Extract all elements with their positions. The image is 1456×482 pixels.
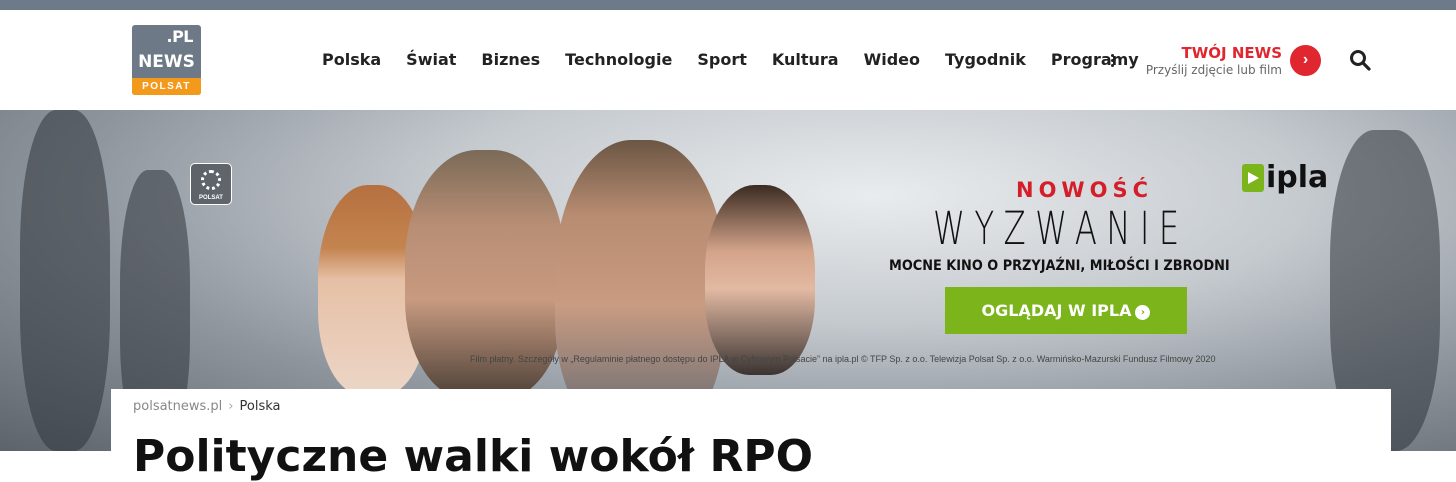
main-nav: Polska Świat Biznes Technologie Sport Ku… (322, 50, 1164, 69)
nav-item-swiat[interactable]: Świat (406, 50, 456, 69)
nav-item-biznes[interactable]: Biznes (481, 50, 540, 69)
polsat-channel-logo-text: POLSAT (199, 195, 223, 201)
background-tree (20, 110, 110, 451)
banner-title: WYZWANIE (933, 202, 1189, 255)
polsat-channel-logo: POLSAT (190, 163, 232, 205)
nav-item-sport[interactable]: Sport (697, 50, 747, 69)
logo-polsat-text: POLSAT (132, 78, 201, 95)
logo-news-text: NEWS (138, 52, 195, 72)
watch-in-ipla-button[interactable]: OGLĄDAJ W IPLA › (945, 287, 1187, 334)
article-card: polsatnews.pl › Polska Polityczne walki wo… (111, 389, 1391, 482)
polsatnews-logo[interactable]: .PL NEWS POLSAT (132, 25, 201, 95)
nav-item-tygodnik[interactable]: Tygodnik (945, 50, 1026, 69)
banner-subtitle: MOCNE KINO O PRZYJAŹNI, MIŁOŚCI I ZBRODN… (889, 258, 1230, 274)
chevron-right-icon: › (1135, 305, 1151, 320)
breadcrumb-separator: › (228, 399, 234, 414)
play-icon (1248, 172, 1259, 184)
twoj-news-arrow-button[interactable]: › (1290, 45, 1321, 76)
twoj-news-title: TWÓJ NEWS (1181, 44, 1282, 62)
search-icon[interactable] (1349, 49, 1371, 71)
banner-fine-print: Film płatny. Szczegóły w „Regulaminie pł… (470, 354, 1216, 364)
banner-tag: NOWOŚĆ (1016, 178, 1153, 202)
nav-item-programy[interactable]: Programy (1051, 50, 1139, 69)
watch-in-ipla-label: OGLĄDAJ W IPLA (981, 301, 1132, 320)
article-headline: Polityczne walki wokół RPO (133, 431, 813, 482)
nav-item-wideo[interactable]: Wideo (864, 50, 920, 69)
breadcrumb-current[interactable]: Polska (240, 399, 281, 414)
nav-item-polska[interactable]: Polska (322, 50, 381, 69)
twoj-news-subtitle: Przyślij zdjęcie lub film (1145, 63, 1282, 77)
actor-image-4 (705, 185, 815, 375)
logo-pl-text: .PL (166, 27, 194, 46)
top-accent-bar (0, 0, 1456, 10)
breadcrumb: polsatnews.pl › Polska (133, 399, 280, 414)
ipla-logo-text: ipla (1266, 160, 1329, 195)
more-menu-icon[interactable] (1109, 54, 1115, 68)
site-header: .PL NEWS POLSAT Polska Świat Biznes Tech… (0, 10, 1456, 110)
nav-item-technologie[interactable]: Technologie (565, 50, 672, 69)
twoj-news-link[interactable]: TWÓJ NEWS Przyślij zdjęcie lub film (1146, 44, 1282, 77)
nav-item-kultura[interactable]: Kultura (772, 50, 839, 69)
breadcrumb-home-link[interactable]: polsatnews.pl (133, 399, 222, 414)
